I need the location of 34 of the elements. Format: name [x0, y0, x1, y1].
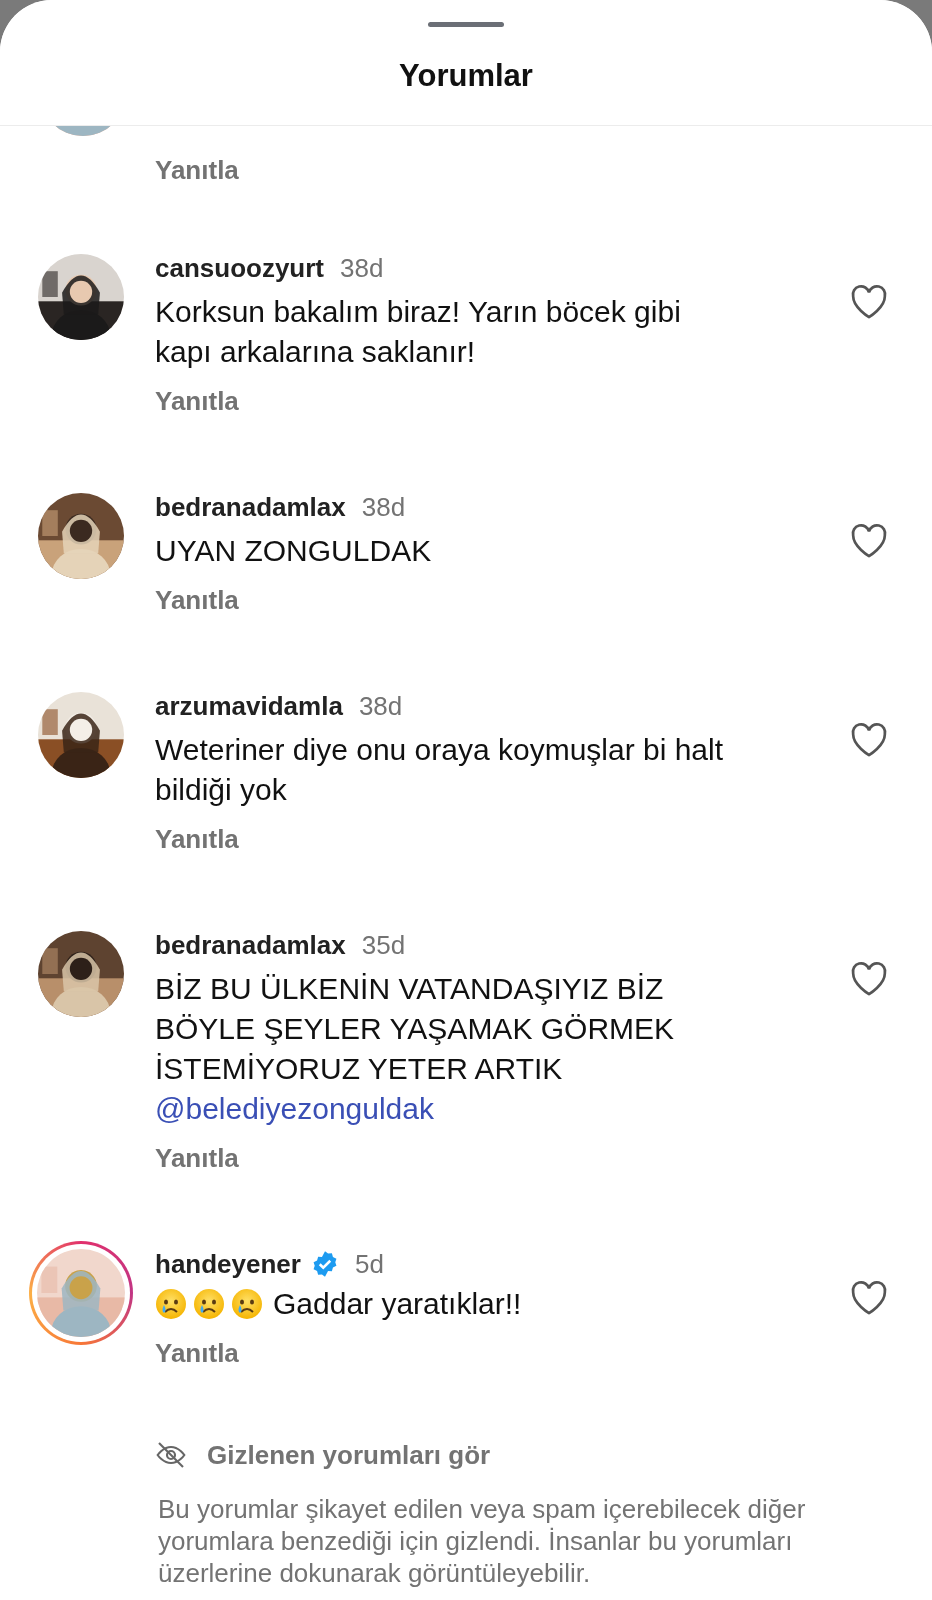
timestamp: 38d	[358, 690, 403, 722]
reply-link[interactable]: Yanıtla	[155, 155, 239, 186]
username[interactable]: bedranadamlax	[155, 491, 346, 523]
sheet-title: Yorumlar	[399, 58, 533, 94]
reply-link[interactable]: Yanıtla	[155, 1338, 239, 1369]
heart-icon[interactable]	[850, 284, 888, 320]
comment-text: Gaddar yaratıklar!!	[273, 1286, 522, 1322]
comment-text: Weteriner diye onu oraya koymuşlar bi halt bildiği yok	[155, 732, 725, 808]
username[interactable]: handeyener	[155, 1248, 301, 1280]
username[interactable]: bedranadamlax	[155, 929, 346, 961]
timestamp: 38d	[340, 252, 384, 284]
mention-link[interactable]: @belediyezonguldak	[155, 1089, 434, 1129]
crying-face-icon	[193, 1288, 225, 1320]
heart-icon[interactable]	[850, 1280, 888, 1316]
comment-text: Korksun bakalım biraz! Yarın böcek gibi kapı arkalarına saklanır!	[155, 294, 682, 370]
heart-icon[interactable]	[850, 961, 888, 997]
reply-link[interactable]: Yanıtla	[155, 585, 239, 616]
username[interactable]: arzumavidamla	[155, 690, 343, 722]
show-hidden-comments-link[interactable]: Gizlenen yorumları gör	[207, 1439, 491, 1471]
heart-icon[interactable]	[850, 523, 888, 559]
reply-link[interactable]: Yanıtla	[155, 386, 239, 417]
timestamp: 5d	[354, 1248, 384, 1280]
drag-handle[interactable]	[428, 22, 504, 27]
heart-icon[interactable]	[850, 722, 888, 758]
crying-face-icon	[155, 1288, 187, 1320]
reply-link[interactable]: Yanıtla	[155, 824, 239, 855]
crying-face-icon	[231, 1288, 263, 1320]
hidden-comments-note: Bu yorumlar şikayet edilen veya spam içerebilecek diğer yorumlara benzediği için gizlendi. İnsanlar bu yorumları üzerlerine dokunarak görüntüleyebilir.	[158, 1493, 807, 1589]
timestamp: 35d	[361, 929, 406, 961]
timestamp: 38d	[361, 491, 406, 523]
comment-text: BİZ BU ÜLKENİN VATANDAŞIYIZ BİZ BÖYLE ŞEYLER YAŞAMAK GÖRMEK İSTEMİYORUZ YETER ARTIK	[155, 971, 676, 1087]
reply-link[interactable]: Yanıtla	[155, 1143, 239, 1174]
comment-text: UYAN ZONGULDAK	[155, 533, 433, 569]
username[interactable]: cansuoozyurt	[155, 252, 325, 284]
